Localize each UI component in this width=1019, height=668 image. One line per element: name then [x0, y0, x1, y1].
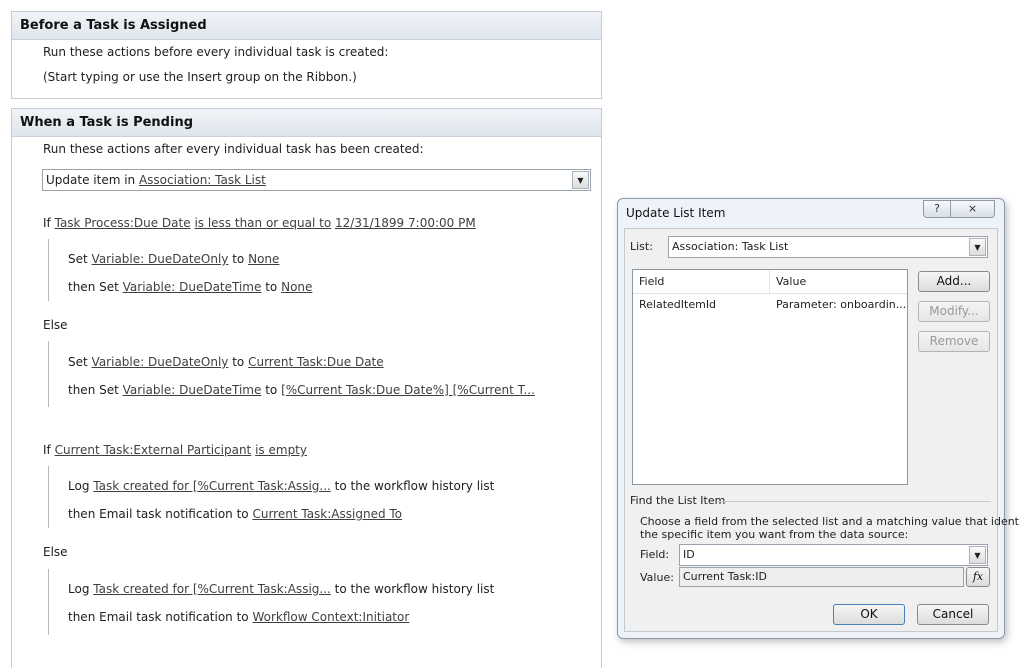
cond2-else-b: then Email task notification to Workflow… [68, 610, 409, 624]
dialog-title: Update List Item [626, 206, 726, 220]
cond1-then-b: then Set Variable: DueDateTime to None [68, 280, 312, 294]
dialog-body: List: Association: Task List ▼ Field Val… [624, 228, 1019, 632]
cond1-else-a: Set Variable: DueDateOnly to Current Tas… [68, 355, 384, 369]
var-duedateonly-link[interactable]: Variable: DueDateOnly [92, 252, 229, 266]
value-none-link[interactable]: None [248, 252, 279, 266]
condition-1: If Task Process:Due Date is less than or… [43, 216, 476, 230]
pending-intro-text: Run these actions after every individual… [43, 142, 424, 156]
close-button[interactable]: ⨯ [951, 200, 995, 218]
list-label: List: [630, 240, 653, 253]
chevron-down-icon[interactable]: ▼ [969, 238, 986, 256]
list-header: Field Value [633, 270, 907, 294]
field-value-list[interactable]: Field Value RelatedItemId Parameter: onb… [632, 269, 908, 485]
table-row-field[interactable]: RelatedItemId [633, 296, 770, 314]
update-list-item-dialog: Update List Item ? ⨯ List: Association: … [617, 198, 1019, 639]
column-value[interactable]: Value [770, 270, 908, 294]
email-recipient-link[interactable]: Current Task:Assigned To [252, 507, 402, 521]
close-icon: ⨯ [967, 202, 978, 215]
value-label: Value: [640, 571, 674, 584]
cond2-else-a: Log Task created for [%Current Task:Assi… [68, 582, 494, 596]
update-item-action[interactable]: Update item in Association: Task List ▼ [42, 169, 591, 191]
field-select-value: ID [683, 548, 695, 561]
email-keyword: then Email task notification to [68, 507, 249, 521]
to-keyword: to [232, 355, 245, 369]
chevron-down-icon[interactable]: ▼ [969, 546, 986, 564]
cond2-field-link[interactable]: Current Task:External Participant [55, 443, 252, 457]
if-keyword: If [43, 216, 51, 230]
task-pending-panel: When a Task is Pending Run these actions… [11, 108, 602, 668]
formula-builder-button[interactable]: fx [966, 567, 990, 587]
help-icon: ? [934, 202, 940, 215]
history-list-text: to the workflow history list [334, 479, 495, 493]
cond1-else-b: then Set Variable: DueDateTime to [%Curr… [68, 383, 535, 397]
to-keyword: to [265, 280, 278, 294]
update-item-list-link[interactable]: Association: Task List [139, 173, 266, 187]
cond1-else: Else [43, 318, 68, 332]
cond1-value-link[interactable]: 12/31/1899 7:00:00 PM [335, 216, 476, 230]
task-pending-header: When a Task is Pending [12, 109, 601, 137]
table-row-value[interactable]: Parameter: onboardin... [770, 296, 907, 314]
value-field[interactable]: Current Task:ID [679, 567, 964, 587]
find-description-2: the specific item you want from the data… [640, 528, 909, 541]
var-duedatetime-link[interactable]: Variable: DueDateTime [123, 383, 262, 397]
find-divider [718, 501, 991, 502]
cond2-else-bar [48, 569, 49, 635]
list-select-value: Association: Task List [672, 240, 789, 253]
find-list-item-title: Find the List Item [630, 494, 726, 507]
update-item-prefix: Update item in [46, 173, 136, 187]
cond1-operator-link[interactable]: is less than or equal to [194, 216, 331, 230]
before-task-assigned-header: Before a Task is Assigned [12, 12, 601, 40]
remove-button[interactable]: Remove [918, 331, 990, 352]
column-field[interactable]: Field [633, 270, 770, 294]
cond2-then-a: Log Task created for [%Current Task:Assi… [68, 479, 494, 493]
then-set-keyword: then Set [68, 383, 119, 397]
to-keyword: to [232, 252, 245, 266]
if-keyword: If [43, 443, 51, 457]
log-message-link[interactable]: Task created for [%Current Task:Assig... [93, 479, 331, 493]
help-button[interactable]: ? [923, 200, 951, 218]
log-keyword: Log [68, 479, 90, 493]
var-duedateonly-link[interactable]: Variable: DueDateOnly [92, 355, 229, 369]
field-label: Field: [640, 548, 670, 561]
cond2-else: Else [43, 545, 68, 559]
before-intro-text: Run these actions before every individua… [43, 45, 389, 59]
set-keyword: Set [68, 355, 88, 369]
cancel-button[interactable]: Cancel [917, 604, 989, 625]
email-keyword: then Email task notification to [68, 610, 249, 624]
cond1-else-bar [48, 341, 49, 407]
email-recipient-link[interactable]: Workflow Context:Initiator [252, 610, 409, 624]
before-task-assigned-panel: Before a Task is Assigned Run these acti… [11, 11, 602, 99]
cond1-then-a: Set Variable: DueDateOnly to None [68, 252, 279, 266]
list-select[interactable]: Association: Task List ▼ [668, 236, 988, 258]
condition-2: If Current Task:External Participant is … [43, 443, 307, 457]
history-list-text: to the workflow history list [334, 582, 495, 596]
log-keyword: Log [68, 582, 90, 596]
value-none-link[interactable]: None [281, 280, 312, 294]
to-keyword: to [265, 383, 278, 397]
cond2-then-bar [48, 466, 49, 528]
var-duedatetime-link[interactable]: Variable: DueDateTime [123, 280, 262, 294]
value-due-date-expression-link[interactable]: [%Current Task:Due Date%] [%Current T... [281, 383, 535, 397]
ok-button[interactable]: OK [833, 604, 905, 625]
log-message-link[interactable]: Task created for [%Current Task:Assig... [93, 582, 331, 596]
chevron-down-icon[interactable]: ▼ [572, 171, 589, 189]
then-set-keyword: then Set [68, 280, 119, 294]
add-button[interactable]: Add... [918, 271, 990, 292]
field-select[interactable]: ID ▼ [679, 544, 988, 566]
modify-button[interactable]: Modify... [918, 301, 990, 322]
before-insert-hint[interactable]: (Start typing or use the Insert group on… [43, 70, 357, 84]
function-icon: fx [972, 570, 984, 583]
cond2-then-b: then Email task notification to Current … [68, 507, 402, 521]
value-current-due-date-link[interactable]: Current Task:Due Date [248, 355, 384, 369]
cond2-operator-link[interactable]: is empty [255, 443, 307, 457]
set-keyword: Set [68, 252, 88, 266]
cond1-field-link[interactable]: Task Process:Due Date [55, 216, 191, 230]
cond1-then-bar [48, 239, 49, 301]
find-description-1: Choose a field from the selected list an… [640, 515, 1019, 528]
